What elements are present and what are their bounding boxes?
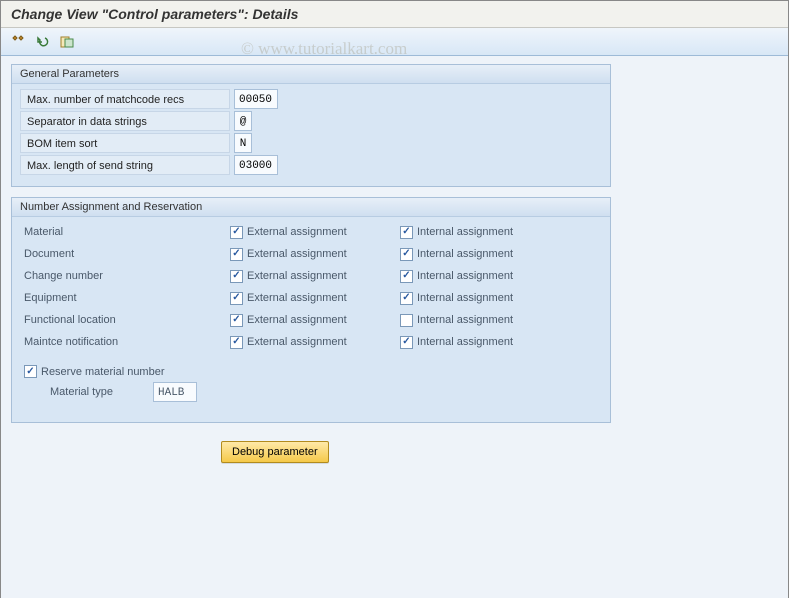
internal-assignment-label: Internal assignment [417,314,513,326]
internal-assignment-checkbox[interactable]: ✓ [400,292,413,305]
debug-parameter-button[interactable]: Debug parameter [221,441,329,463]
external-assignment-wrap: ✓ External assignment [230,292,400,305]
general-parameters-title: General Parameters [12,65,610,84]
internal-assignment-label: Internal assignment [417,336,513,348]
material-type-field[interactable]: HALB [153,382,197,402]
assignment-label: Document [20,248,230,260]
number-assignment-title: Number Assignment and Reservation [12,198,610,217]
external-assignment-checkbox[interactable]: ✓ [230,292,243,305]
assignment-row: Change number✓External assignment✓Intern… [20,265,602,287]
assignment-label: Maintce notification [20,336,230,348]
content-area: General Parameters Max. number of matchc… [1,56,788,598]
param-row: Max. number of matchcode recs00050 [20,88,602,110]
internal-assignment-label: Internal assignment [417,270,513,282]
param-label: BOM item sort [20,133,230,153]
external-assignment-label: External assignment [247,248,347,260]
debug-row: Debug parameter [221,441,778,463]
internal-assignment-label: Internal assignment [417,226,513,238]
external-assignment-wrap: ✓ External assignment [230,270,400,283]
param-field[interactable]: 00050 [234,89,278,109]
internal-assignment-checkbox[interactable]: ✓ [400,248,413,261]
external-assignment-wrap: ✓ External assignment [230,336,400,349]
external-assignment-checkbox[interactable]: ✓ [230,248,243,261]
internal-assignment-label: Internal assignment [417,248,513,260]
internal-assignment-wrap: ✓ Internal assignment [400,336,570,349]
pencil-icon[interactable] [9,33,29,51]
external-assignment-label: External assignment [247,336,347,348]
assignment-row: Functional location✓ External assignment I… [20,309,602,331]
param-row: Separator in data strings@ [20,110,602,132]
reserve-material-row: ✓ Reserve material number [20,365,602,378]
external-assignment-checkbox[interactable]: ✓ [230,336,243,349]
external-assignment-label: External assignment [247,226,347,238]
external-assignment-label: External assignment [247,292,347,304]
internal-assignment-wrap: Internal assignment [400,314,570,327]
assignment-row: Equipment✓External assignment✓Internal a… [20,287,602,309]
number-assignment-group: Number Assignment and Reservation Materi… [11,197,611,423]
external-assignment-checkbox[interactable]: ✓ [230,226,243,239]
param-label: Separator in data strings [20,111,230,131]
material-type-row: Material type HALB [20,382,602,402]
undo-icon[interactable] [33,33,53,51]
material-type-label: Material type [50,386,145,398]
internal-assignment-checkbox[interactable] [400,314,413,327]
internal-assignment-wrap: ✓ Internal assignment [400,226,570,239]
general-parameters-group: General Parameters Max. number of matchc… [11,64,611,187]
assignment-label: Functional location [20,314,230,326]
external-assignment-wrap: ✓ External assignment [230,226,400,239]
external-assignment-wrap: ✓ External assignment [230,314,400,327]
assignment-row: Material✓External assignment✓Internal as… [20,221,602,243]
change-log-icon[interactable] [57,33,77,51]
internal-assignment-checkbox[interactable]: ✓ [400,270,413,283]
assignment-row: Maintce notification✓External assignment… [20,331,602,353]
external-assignment-label: External assignment [247,314,347,326]
assignment-label: Change number [20,270,230,282]
assignment-label: Equipment [20,292,230,304]
reserve-material-label: Reserve material number [41,366,165,378]
param-label: Max. number of matchcode recs [20,89,230,109]
page-title: Change View "Control parameters": Detail… [1,1,788,28]
param-field[interactable]: @ [234,111,252,131]
param-field[interactable]: N [234,133,252,153]
reserve-material-checkbox[interactable]: ✓ [24,365,37,378]
external-assignment-wrap: ✓ External assignment [230,248,400,261]
toolbar [1,28,788,56]
external-assignment-checkbox[interactable]: ✓ [230,270,243,283]
param-field[interactable]: 03000 [234,155,278,175]
assignment-label: Material [20,226,230,238]
external-assignment-label: External assignment [247,270,347,282]
internal-assignment-wrap: ✓ Internal assignment [400,270,570,283]
internal-assignment-label: Internal assignment [417,292,513,304]
internal-assignment-wrap: ✓ Internal assignment [400,248,570,261]
internal-assignment-checkbox[interactable]: ✓ [400,336,413,349]
internal-assignment-wrap: ✓ Internal assignment [400,292,570,305]
param-row: Max. length of send string03000 [20,154,602,176]
param-row: BOM item sortN [20,132,602,154]
assignment-row: Document✓External assignment✓Internal as… [20,243,602,265]
param-label: Max. length of send string [20,155,230,175]
internal-assignment-checkbox[interactable]: ✓ [400,226,413,239]
external-assignment-checkbox[interactable]: ✓ [230,314,243,327]
